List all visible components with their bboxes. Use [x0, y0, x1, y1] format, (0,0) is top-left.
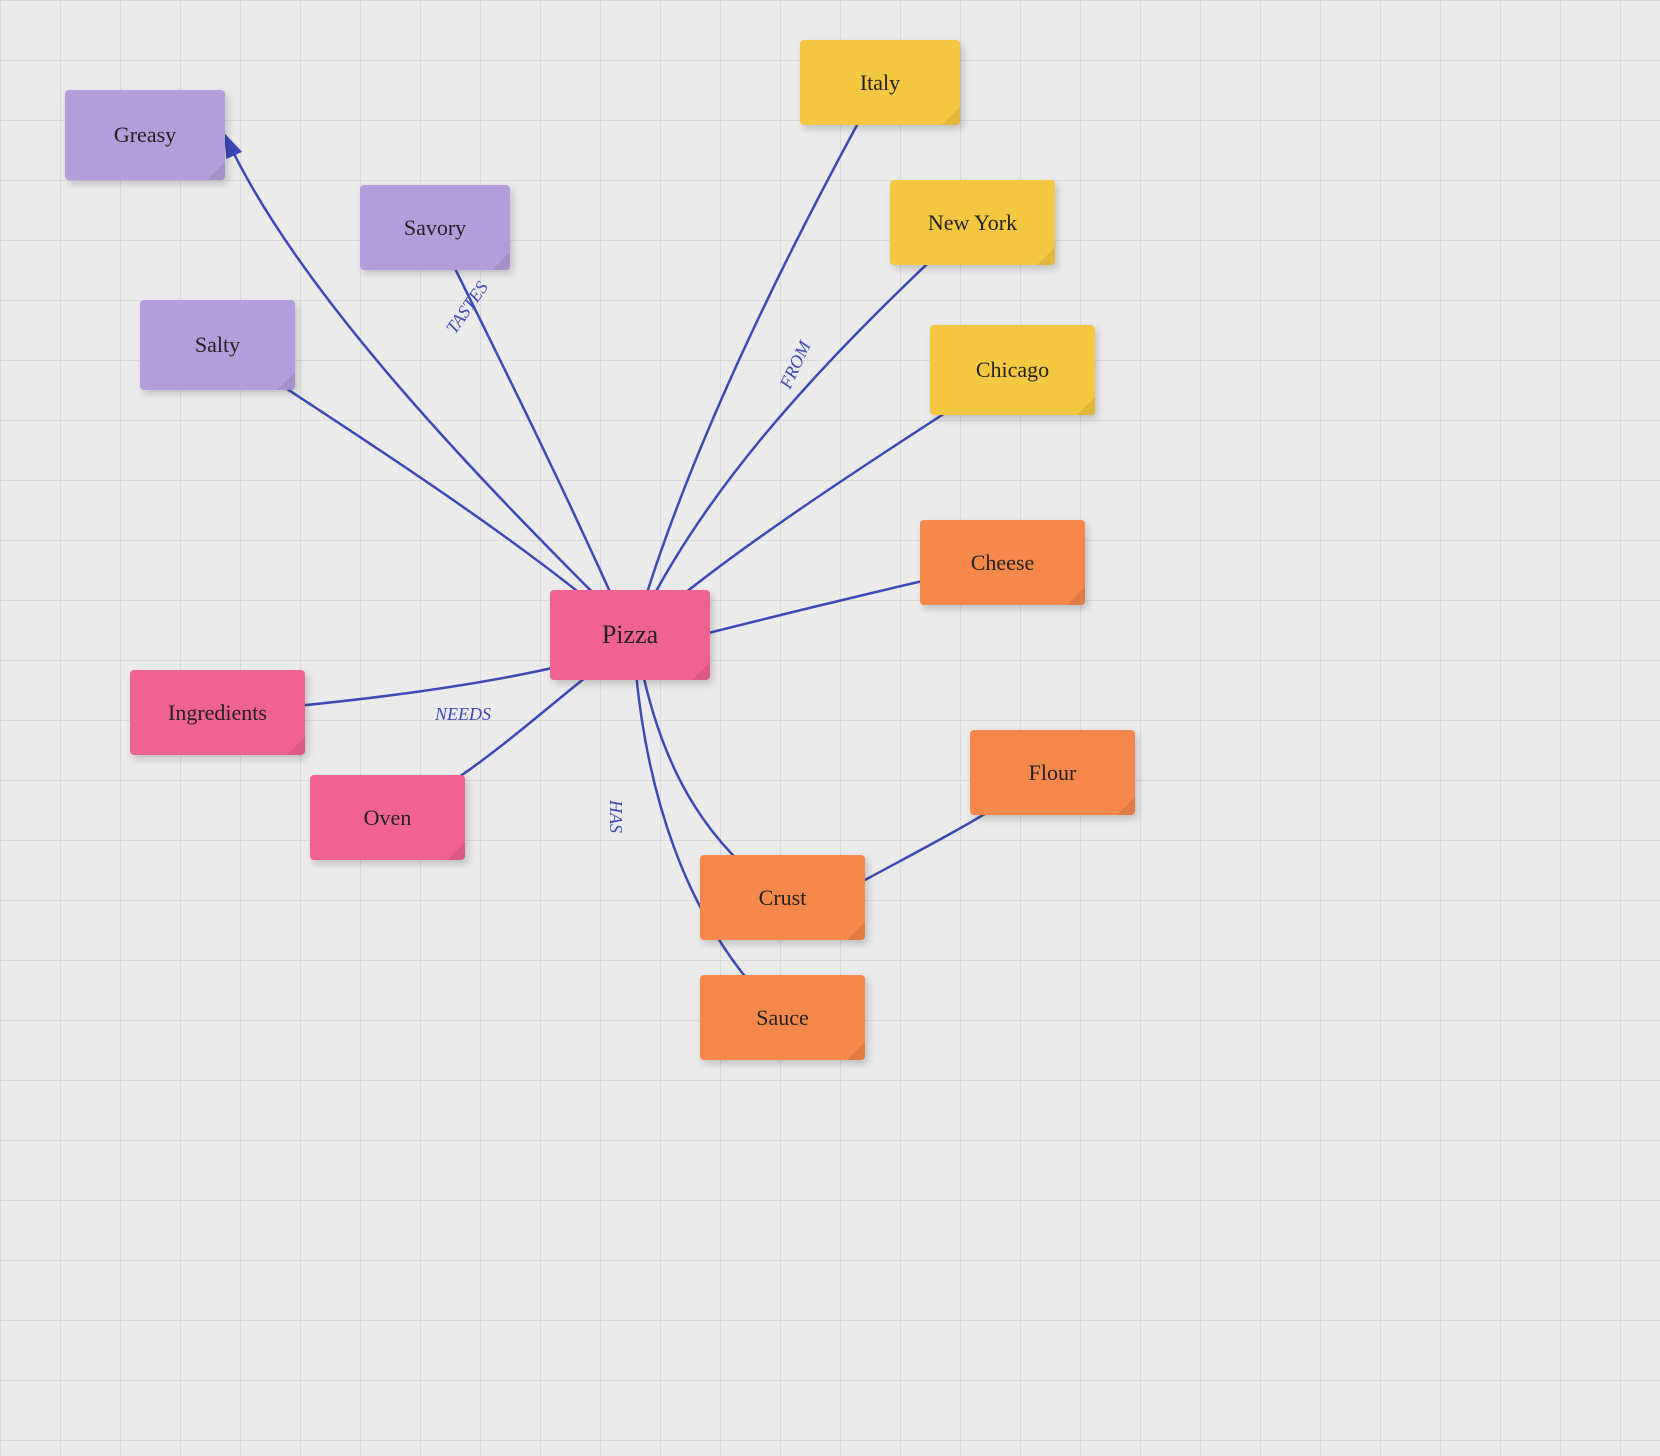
node-savory[interactable]: Savory	[360, 185, 510, 270]
node-oven[interactable]: Oven	[310, 775, 465, 860]
node-chicago[interactable]: Chicago	[930, 325, 1095, 415]
node-newyork[interactable]: New York	[890, 180, 1055, 265]
node-salty[interactable]: Salty	[140, 300, 295, 390]
has-label: HAS	[606, 799, 626, 833]
tastes-label: TASTES	[442, 278, 492, 338]
needs-label: NEEDS	[434, 704, 491, 724]
node-ingredients[interactable]: Ingredients	[130, 670, 305, 755]
node-pizza[interactable]: Pizza	[550, 590, 710, 680]
node-italy[interactable]: Italy	[800, 40, 960, 125]
canvas: TASTES FROM NEEDS HAS Pizza Greasy	[0, 0, 1660, 1456]
node-greasy[interactable]: Greasy	[65, 90, 225, 180]
node-cheese[interactable]: Cheese	[920, 520, 1085, 605]
node-crust[interactable]: Crust	[700, 855, 865, 940]
node-flour[interactable]: Flour	[970, 730, 1135, 815]
node-sauce[interactable]: Sauce	[700, 975, 865, 1060]
from-label: FROM	[775, 337, 815, 393]
